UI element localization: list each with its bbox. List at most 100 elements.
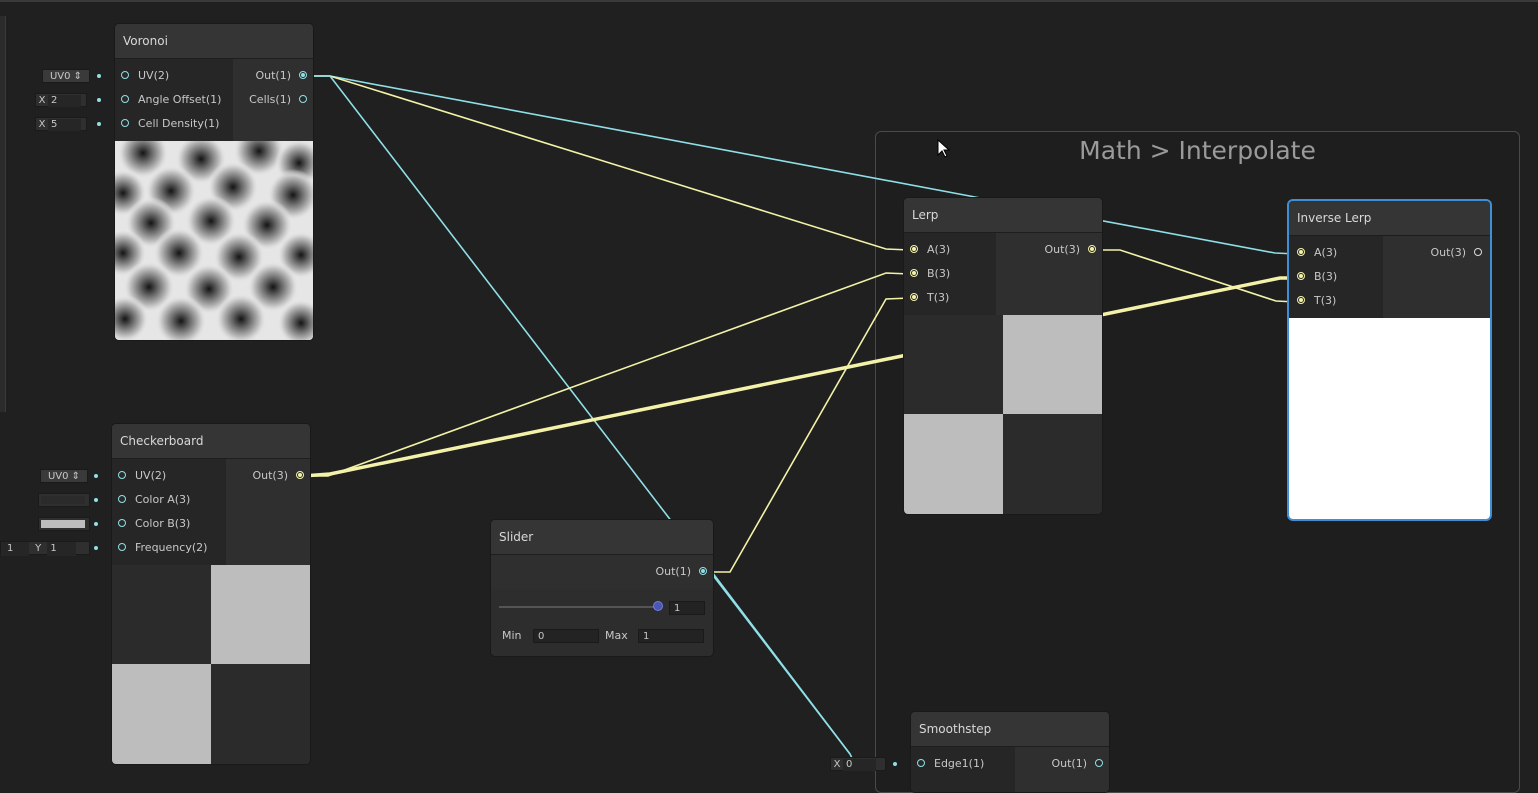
max-field[interactable]: 1 <box>638 629 704 643</box>
port-out[interactable]: Out(3) <box>252 467 304 485</box>
color-b-swatch-field[interactable] <box>38 517 90 531</box>
node-smoothstep[interactable]: Smoothstep Edge1(1) Out(1) <box>911 712 1109 792</box>
field-value[interactable]: 2 <box>48 95 81 107</box>
port-out[interactable]: Out(3) <box>1430 244 1482 262</box>
inverse-lerp-preview <box>1289 318 1490 519</box>
voronoi-density-field[interactable]: X5 <box>35 117 87 131</box>
axis-label: X <box>833 759 841 770</box>
wire-voronoi-to-smoothstep <box>306 75 859 771</box>
port-out[interactable]: Out(1) <box>1051 755 1103 773</box>
input-port-icon[interactable] <box>118 495 126 503</box>
port-uv[interactable]: UV(2) <box>118 467 166 485</box>
left-panel-edge[interactable] <box>0 16 6 412</box>
node-title: Checkerboard <box>112 424 310 459</box>
min-label: Min <box>502 629 522 642</box>
color-a-connector-dot <box>94 498 98 502</box>
smoothstep-edge1-field[interactable]: X0 <box>830 757 886 771</box>
input-port-icon[interactable] <box>121 95 129 103</box>
port-label: Color A(3) <box>135 493 191 506</box>
port-edge1[interactable]: Edge1(1) <box>917 755 984 773</box>
port-uv[interactable]: UV(2) <box>121 67 169 85</box>
wire-checker-to-lerp-b <box>303 272 911 477</box>
slider-handle[interactable] <box>653 601 663 611</box>
input-port-icon[interactable] <box>121 119 129 127</box>
port-frequency[interactable]: Frequency(2) <box>118 539 207 557</box>
min-field[interactable]: 0 <box>533 629 599 643</box>
port-out[interactable]: Out(1) <box>255 67 307 85</box>
input-port-icon[interactable] <box>118 471 126 479</box>
port-b[interactable]: B(3) <box>910 265 950 283</box>
field-value[interactable]: 0 <box>843 759 876 771</box>
checkerboard-preview <box>112 565 310 764</box>
port-t[interactable]: T(3) <box>1297 292 1336 310</box>
input-port-icon[interactable] <box>910 293 918 301</box>
max-label: Max <box>605 629 628 642</box>
axis-label: X <box>38 95 46 106</box>
voronoi-angle-field[interactable]: X2 <box>35 93 87 107</box>
window-top-border <box>0 0 1538 2</box>
port-cells[interactable]: Cells(1) <box>249 91 307 109</box>
input-port-icon[interactable] <box>910 245 918 253</box>
freq-x-value[interactable]: 1 <box>1 542 29 556</box>
node-lerp[interactable]: Lerp A(3) B(3) T(3) Out(3) <box>904 198 1102 514</box>
port-b[interactable]: B(3) <box>1297 268 1337 286</box>
output-port-icon[interactable] <box>1474 248 1482 256</box>
checker-uv-dropdown[interactable]: UV0 ⇕ <box>40 469 88 483</box>
port-cell-density[interactable]: Cell Density(1) <box>121 115 219 133</box>
density-connector-dot <box>97 122 101 126</box>
node-inverse-lerp[interactable]: Inverse Lerp A(3) B(3) T(3) Out(3) <box>1289 201 1490 519</box>
output-port-icon[interactable] <box>299 71 307 79</box>
port-label: Edge1(1) <box>934 757 985 770</box>
color-b-connector-dot <box>94 522 98 526</box>
input-port-icon[interactable] <box>1297 248 1305 256</box>
input-port-icon[interactable] <box>1297 296 1305 304</box>
port-out[interactable]: Out(1) <box>655 563 707 581</box>
group-title[interactable]: Math > Interpolate <box>876 136 1519 165</box>
port-label: Angle Offset(1) <box>138 93 222 106</box>
axis-label: Y <box>35 543 42 554</box>
wire-slider-to-smoothstep <box>706 571 851 755</box>
input-port-icon[interactable] <box>917 759 925 767</box>
port-color-a[interactable]: Color A(3) <box>118 491 190 509</box>
uv-connector-dot <box>94 474 98 478</box>
freq-y-value[interactable]: 1 <box>47 542 77 556</box>
input-port-icon[interactable] <box>118 519 126 527</box>
port-out[interactable]: Out(3) <box>1044 241 1096 259</box>
input-port-icon[interactable] <box>910 269 918 277</box>
mouse-cursor-icon <box>937 139 951 158</box>
node-title: Voronoi <box>115 24 313 59</box>
node-title: Lerp <box>904 198 1102 233</box>
voronoi-preview <box>115 141 313 340</box>
port-label: Cell Density(1) <box>138 117 220 130</box>
input-port-icon[interactable] <box>118 543 126 551</box>
output-port-icon[interactable] <box>699 567 707 575</box>
node-title: Smoothstep <box>911 712 1109 747</box>
voronoi-uv-dropdown[interactable]: UV0 ⇕ <box>42 69 90 83</box>
color-b-swatch[interactable] <box>41 520 85 528</box>
port-t[interactable]: T(3) <box>910 289 949 307</box>
color-a-swatch[interactable] <box>41 496 85 504</box>
port-a[interactable]: A(3) <box>910 241 950 259</box>
node-title: Slider <box>491 520 713 555</box>
uv-connector-dot <box>97 74 101 78</box>
slider-value-field[interactable]: 1 <box>669 601 705 615</box>
frequency-field[interactable]: 1 Y 1 <box>0 541 90 556</box>
output-port-icon[interactable] <box>296 471 304 479</box>
field-value[interactable]: 5 <box>48 119 81 131</box>
input-port-icon[interactable] <box>121 71 129 79</box>
output-port-icon[interactable] <box>1095 759 1103 767</box>
port-label: Frequency(2) <box>135 541 208 554</box>
port-color-b[interactable]: Color B(3) <box>118 515 190 533</box>
port-a[interactable]: A(3) <box>1297 244 1337 262</box>
input-port-icon[interactable] <box>1297 272 1305 280</box>
output-port-icon[interactable] <box>1088 245 1096 253</box>
node-slider[interactable]: Slider Out(1) 1 Min 0 Max 1 <box>491 520 713 656</box>
color-a-swatch-field[interactable] <box>38 493 90 507</box>
output-port-icon[interactable] <box>299 95 307 103</box>
port-angle-offset[interactable]: Angle Offset(1) <box>121 91 221 109</box>
node-checkerboard[interactable]: Checkerboard UV(2) Color A(3) Color B(3)… <box>112 424 310 764</box>
slider-track[interactable] <box>499 606 661 608</box>
node-voronoi[interactable]: Voronoi UV(2) Angle Offset(1) Cell Densi… <box>115 24 313 340</box>
wire-voronoi-to-lerp-a <box>306 75 911 251</box>
angle-connector-dot <box>97 98 101 102</box>
